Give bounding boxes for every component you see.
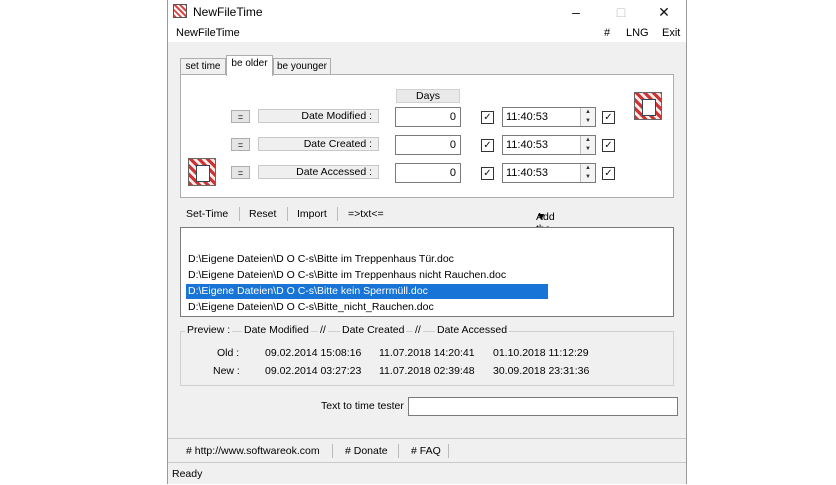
text-to-time-input[interactable] <box>408 397 678 416</box>
time-checkbox-created[interactable]: ✓ <box>602 139 615 152</box>
set-time-button[interactable]: Set-Time <box>186 208 228 220</box>
import-button[interactable]: Import <box>297 208 327 220</box>
time-value-modified: 11:40:53 <box>506 111 549 123</box>
time-spinner-modified[interactable]: ▲ ▼ <box>580 108 595 126</box>
time-spinner-accessed[interactable]: ▲ ▼ <box>580 164 595 182</box>
export-txt-button[interactable]: =>txt<= <box>348 208 384 220</box>
time-input-created[interactable]: 11:40:53 ▲ ▼ <box>502 135 596 155</box>
links-separator <box>448 444 449 458</box>
toolbar-separator <box>337 207 338 221</box>
app-icon <box>173 4 187 18</box>
days-checkbox-accessed[interactable]: ✓ <box>481 167 494 180</box>
links-separator <box>332 444 333 458</box>
preview-header-separator: // <box>413 324 423 336</box>
close-icon[interactable]: ✕ <box>644 2 684 22</box>
reset-button[interactable]: Reset <box>249 208 276 220</box>
menu-language[interactable]: LNG <box>626 27 649 39</box>
file-list[interactable]: D:\Eigene Dateien\D O C-s\Bitte im Trepp… <box>180 227 674 317</box>
equal-button-accessed[interactable]: = <box>231 166 250 179</box>
label-date-accessed: Date Accessed : <box>258 165 379 179</box>
time-input-modified[interactable]: 11:40:53 ▲ ▼ <box>502 107 596 127</box>
title-bar: NewFileTime – □ ✕ <box>168 0 686 24</box>
preview-new-accessed: 30.09.2018 23:31:36 <box>493 365 590 377</box>
tab-be-older[interactable]: be older <box>226 55 273 76</box>
preview-old-accessed: 01.10.2018 11:12:29 <box>493 347 589 359</box>
apply-file-time-icon[interactable] <box>188 158 216 186</box>
calendar-file-icon[interactable] <box>634 92 662 120</box>
list-item-selected[interactable]: D:\Eigene Dateien\D O C-s\Bitte kein Spe… <box>186 284 548 299</box>
preview-new-modified: 09.02.2014 03:27:23 <box>265 365 362 377</box>
website-link[interactable]: # http://www.softwareok.com <box>186 445 320 457</box>
menu-app-name[interactable]: NewFileTime <box>176 27 240 39</box>
preview-old-created: 11.07.2018 14:20:41 <box>379 347 475 359</box>
status-bar: Ready <box>168 462 686 485</box>
menu-hash[interactable]: # <box>604 27 610 39</box>
minimize-icon[interactable]: – <box>556 2 596 22</box>
faq-link[interactable]: # FAQ <box>411 445 441 457</box>
equal-button-modified[interactable]: = <box>231 110 250 123</box>
label-date-created: Date Created : <box>258 137 379 151</box>
list-item[interactable]: D:\Eigene Dateien\D O C-s\Bitte_nicht_Ra… <box>186 300 548 315</box>
action-toolbar: Set-Time Reset Import =>txt<= Add the fi… <box>180 205 674 295</box>
days-checkbox-modified[interactable]: ✓ <box>481 111 494 124</box>
list-item[interactable]: D:\Eigene Dateien\D O C-s\Bitte im Trepp… <box>186 268 548 283</box>
preview-label: Preview : <box>185 324 233 336</box>
links-separator <box>398 444 399 458</box>
text-to-time-label: Text to time tester <box>321 400 404 412</box>
links-bar: # http://www.softwareok.com # Donate # F… <box>168 438 686 463</box>
donate-link[interactable]: # Donate <box>345 445 388 457</box>
preview-old-label: Old : <box>217 347 240 359</box>
window-title: NewFileTime <box>193 5 263 19</box>
preview-header-accessed: Date Accessed <box>435 324 510 336</box>
time-checkbox-accessed[interactable]: ✓ <box>602 167 615 180</box>
preview-header-created: Date Created <box>340 324 407 336</box>
toolbar-separator <box>287 207 288 221</box>
preview-header-separator: // <box>318 324 328 336</box>
days-checkbox-created[interactable]: ✓ <box>481 139 494 152</box>
time-spinner-created[interactable]: ▲ ▼ <box>580 136 595 154</box>
days-header: Days <box>396 89 460 103</box>
preview-header-modified: Date Modified <box>242 324 311 336</box>
days-input-created[interactable]: 0 <box>395 135 461 155</box>
preview-new-created: 11.07.2018 02:39:48 <box>379 365 475 377</box>
maximize-icon[interactable]: □ <box>601 2 641 22</box>
app-window: NewFileTime – □ ✕ NewFileTime # LNG Exit… <box>167 0 687 484</box>
equal-button-created[interactable]: = <box>231 138 250 151</box>
tab-panel: Days = Date Modified : 0 ✓ 11:40:53 ▲ ▼ ✓… <box>180 74 674 198</box>
time-input-accessed[interactable]: 11:40:53 ▲ ▼ <box>502 163 596 183</box>
time-value-created: 11:40:53 <box>506 139 549 151</box>
days-input-modified[interactable]: 0 <box>395 107 461 127</box>
preview-old-modified: 09.02.2014 15:08:16 <box>265 347 362 359</box>
menu-exit[interactable]: Exit <box>662 27 680 39</box>
tab-set-time[interactable]: set time <box>180 58 226 75</box>
days-input-accessed[interactable]: 0 <box>395 163 461 183</box>
tab-be-younger[interactable]: be younger <box>273 58 331 75</box>
label-date-modified: Date Modified : <box>258 109 379 123</box>
preview-new-label: New : <box>213 365 240 377</box>
menu-bar: NewFileTime # LNG Exit <box>168 24 686 42</box>
toolbar-separator <box>239 207 240 221</box>
time-checkbox-modified[interactable]: ✓ <box>602 111 615 124</box>
chevron-down-icon: ▼ <box>536 211 547 223</box>
time-value-accessed: 11:40:53 <box>506 167 549 179</box>
status-text: Ready <box>172 468 203 480</box>
list-item[interactable]: D:\Eigene Dateien\D O C-s\Bitte im Trepp… <box>186 252 548 267</box>
